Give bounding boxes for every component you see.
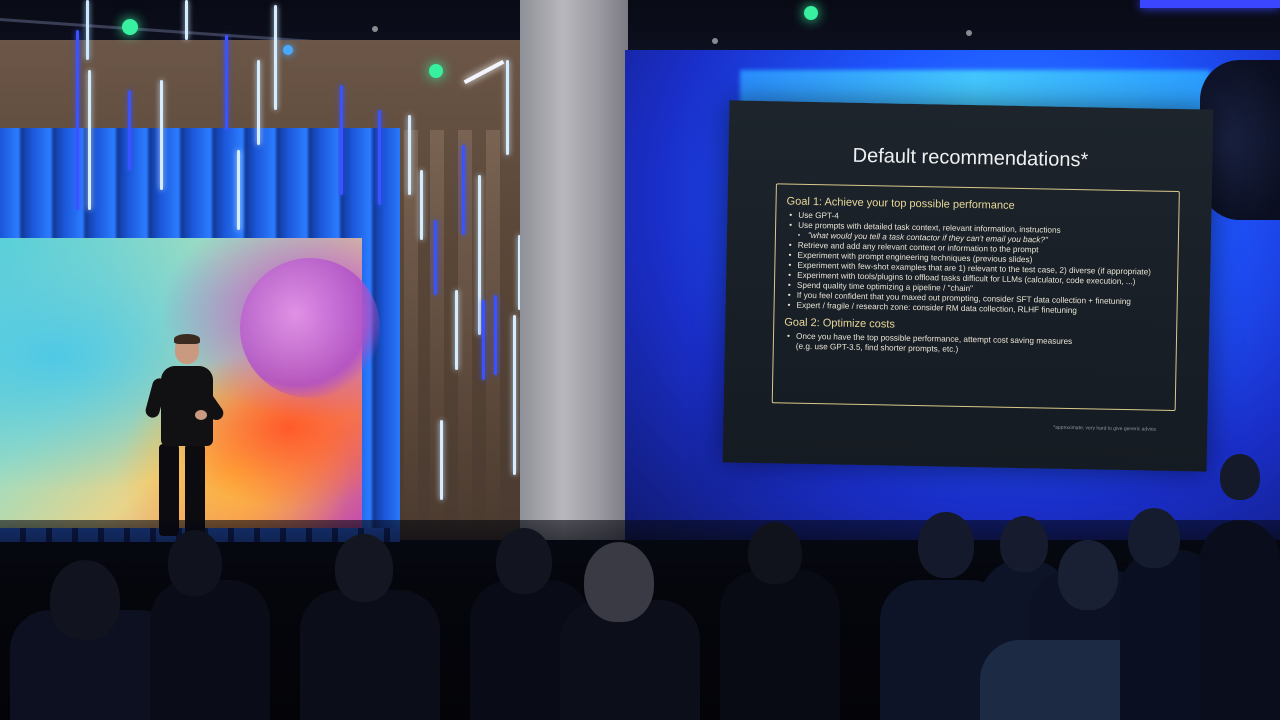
- led-tube: [420, 170, 423, 240]
- led-tube: [225, 35, 228, 130]
- audience-head: [50, 560, 120, 640]
- wood-slat: [404, 130, 418, 530]
- led-tube: [76, 30, 79, 210]
- led-tube: [494, 295, 497, 375]
- audience-head: [1000, 516, 1048, 572]
- audience-head: [1220, 454, 1260, 500]
- presenter-hair: [174, 334, 200, 344]
- audience-head: [496, 528, 552, 594]
- audience-head: [335, 534, 393, 602]
- slide-title: Default recommendations*: [852, 144, 1089, 172]
- led-tube: [274, 5, 277, 110]
- audience-member: [300, 590, 440, 720]
- led-tube: [340, 85, 343, 195]
- goal-1-bullets-continued: Retrieve and add any relevant context or…: [784, 240, 1167, 317]
- led-tube: [128, 90, 131, 170]
- led-tube: [185, 0, 188, 40]
- green-spotlight: [429, 64, 443, 78]
- wood-slat: [458, 130, 472, 530]
- ceiling-fixture: [712, 38, 718, 44]
- led-tube: [482, 300, 485, 380]
- camera-operator: [1200, 520, 1280, 720]
- audience-head: [1058, 540, 1118, 610]
- audience: [0, 454, 1280, 720]
- audience-head: [748, 522, 802, 584]
- led-tube: [478, 175, 481, 335]
- presenter-hand: [195, 410, 207, 420]
- slide-footnote: *approximate, very hard to give generic …: [1053, 424, 1157, 433]
- audience-member: [150, 580, 270, 720]
- led-tube: [408, 115, 411, 195]
- blue-spotlight: [283, 45, 293, 55]
- led-tube: [88, 70, 91, 210]
- led-tube: [86, 0, 89, 60]
- led-tube: [455, 290, 458, 370]
- audience-head: [584, 542, 654, 622]
- led-tube: [378, 110, 381, 205]
- presenter: [144, 334, 227, 536]
- led-tube: [160, 80, 163, 190]
- concrete-pillar: [520, 0, 628, 540]
- audience-member: [720, 570, 840, 720]
- green-spotlight: [804, 6, 818, 20]
- led-tube: [462, 145, 465, 235]
- led-tube: [257, 60, 260, 145]
- ceiling-fixture: [372, 26, 378, 32]
- led-tube: [440, 420, 443, 500]
- wood-slat: [486, 130, 500, 530]
- led-tube: [513, 315, 516, 475]
- audience-head: [918, 512, 974, 578]
- slide-content-box: Goal 1: Achieve your top possible perfor…: [771, 183, 1180, 412]
- green-spotlight: [122, 19, 138, 35]
- audience-head: [1128, 508, 1180, 568]
- ceiling-fixture: [966, 30, 972, 36]
- strip-light: [1140, 0, 1280, 8]
- projected-slide: Default recommendations* Goal 1: Achieve…: [722, 100, 1214, 472]
- keynote-stage-photo: Default recommendations* Goal 1: Achieve…: [0, 0, 1280, 720]
- led-tube: [506, 60, 509, 155]
- led-tube: [434, 220, 437, 295]
- led-tube: [237, 150, 240, 230]
- audience-head: [168, 530, 222, 596]
